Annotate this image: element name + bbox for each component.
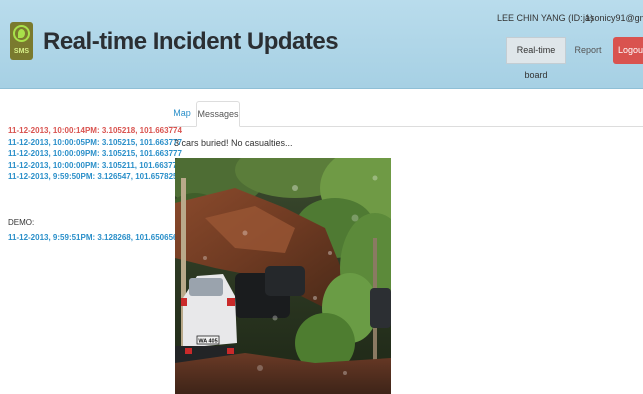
log-entry[interactable]: 11-12-2013, 10:00:05PM: 3.105215, 101.66… xyxy=(8,137,182,149)
nav-report[interactable]: Report xyxy=(572,37,604,64)
incident-photo: WA 405 xyxy=(175,158,391,394)
log-entry[interactable]: 11-12-2013, 10:00:09PM: 3.105215, 101.66… xyxy=(8,148,182,160)
log-entry[interactable]: 11-12-2013, 10:00:14PM: 3.105218, 101.66… xyxy=(8,125,182,137)
logout-button[interactable]: Logout xyxy=(613,37,643,64)
incident-message: 3 cars buried! No casualties... xyxy=(174,138,293,148)
header: SMS Real-time Incident Updates LEE CHIN … xyxy=(0,0,643,89)
location-log: 11-12-2013, 10:00:14PM: 3.105218, 101.66… xyxy=(8,125,182,183)
page-title: Real-time Incident Updates xyxy=(43,28,339,55)
demo-label: DEMO: xyxy=(8,218,35,227)
log-entry[interactable]: 11-12-2013, 10:00:00PM: 3.105211, 101.66… xyxy=(8,160,182,172)
logo-text: SMS xyxy=(13,48,30,55)
tab-map[interactable]: Map xyxy=(168,101,196,126)
user-email: jasonicy91@gmail.c xyxy=(583,13,643,23)
tab-messages[interactable]: Messages xyxy=(196,101,240,127)
tab-bar: Map Messages xyxy=(168,101,643,127)
log-entry[interactable]: 11-12-2013, 9:59:50PM: 3.126547, 101.657… xyxy=(8,171,182,183)
logo-icon: SMS xyxy=(10,22,33,60)
demo-log-entry[interactable]: 11-12-2013, 9:59:51PM: 3.128268, 101.650… xyxy=(8,233,177,242)
user-name: LEE CHIN YANG (ID: 1) xyxy=(497,13,594,23)
license-plate: WA 405 xyxy=(198,339,217,345)
nav-realtime-board[interactable]: Real-time board xyxy=(506,37,566,80)
